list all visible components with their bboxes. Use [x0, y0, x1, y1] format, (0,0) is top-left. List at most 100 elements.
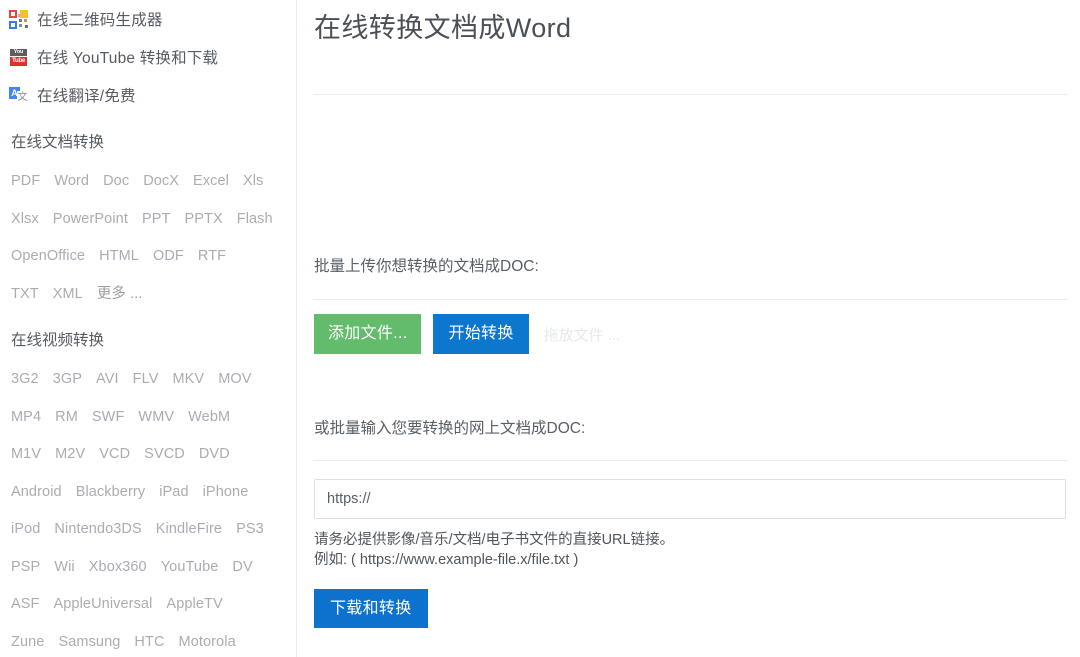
format-link-asf[interactable]: ASF: [11, 596, 40, 612]
url-input[interactable]: [314, 479, 1066, 519]
format-link-mkv[interactable]: MKV: [172, 371, 204, 387]
promo-link-list: 在线二维码生成器 You Tube 在线 YouTube 转换和下载 A 文 在…: [0, 0, 296, 114]
format-link-webm[interactable]: WebM: [188, 409, 230, 425]
format-link-zune[interactable]: Zune: [11, 634, 44, 650]
format-row: Zune Samsung HTC Motorola: [11, 623, 292, 657]
url-hint-line-2: 例如: ( https://www.example-file.x/file.tx…: [314, 552, 579, 568]
format-link-powerpoint[interactable]: PowerPoint: [53, 211, 128, 227]
format-link-avi[interactable]: AVI: [96, 371, 119, 387]
format-link-pdf[interactable]: PDF: [11, 173, 40, 189]
format-link-m1v[interactable]: M1V: [11, 446, 41, 462]
format-row: Android Blackberry iPad iPhone: [11, 473, 292, 511]
format-link-rtf[interactable]: RTF: [198, 248, 226, 264]
sidebar: 在线二维码生成器 You Tube 在线 YouTube 转换和下载 A 文 在…: [0, 0, 297, 657]
format-link-excel[interactable]: Excel: [193, 173, 229, 189]
video-format-list: 3G2 3GP AVI FLV MKV MOV MP4 RM SWF WMV WebM M1V M2V V…: [0, 360, 296, 657]
format-link-openoffice[interactable]: OpenOffice: [11, 248, 85, 264]
format-link-appletv[interactable]: AppleTV: [166, 596, 222, 612]
translate-icon: A 文: [9, 86, 28, 105]
format-row: TXT XML 更多 ...: [11, 275, 292, 313]
format-link-xml[interactable]: XML: [53, 286, 83, 302]
format-link-flash[interactable]: Flash: [237, 211, 273, 227]
format-link-wmv[interactable]: WMV: [138, 409, 174, 425]
format-link-doc[interactable]: Doc: [103, 173, 129, 189]
format-link-blackberry[interactable]: Blackberry: [76, 484, 146, 500]
download-and-convert-button[interactable]: 下载和转换: [314, 589, 428, 628]
sidebar-item-label: 在线翻译/免费: [37, 88, 136, 105]
url-divider: [313, 460, 1068, 461]
youtube-icon-bottom-text: Tube: [10, 56, 27, 66]
sidebar-item-translate[interactable]: A 文 在线翻译/免费: [0, 76, 296, 114]
format-link-3gp[interactable]: 3GP: [53, 371, 82, 387]
format-row: Xlsx PowerPoint PPT PPTX Flash: [11, 200, 292, 238]
format-row: M1V M2V VCD SVCD DVD: [11, 435, 292, 473]
main-content: 在线转换文档成Word 批量上传你想转换的文档成DOC: 添加文件... 开始转…: [297, 0, 1080, 657]
upload-button-row: 添加文件... 开始转换 拖放文件 ...: [313, 314, 1068, 354]
format-link-vcd[interactable]: VCD: [99, 446, 130, 462]
format-link-xbox360[interactable]: Xbox360: [89, 559, 147, 575]
doc-format-list: PDF Word Doc DocX Excel Xls Xlsx PowerPoint PPT P…: [0, 162, 296, 312]
format-link-html[interactable]: HTML: [99, 248, 139, 264]
format-link-flv[interactable]: FLV: [133, 371, 159, 387]
upload-divider: [313, 299, 1068, 300]
format-link-svcd[interactable]: SVCD: [144, 446, 185, 462]
format-link-iphone[interactable]: iPhone: [203, 484, 249, 500]
start-convert-button[interactable]: 开始转换: [433, 314, 529, 354]
format-link-appleuniversal[interactable]: AppleUniversal: [54, 596, 153, 612]
format-link-youtube[interactable]: YouTube: [161, 559, 219, 575]
format-link-samsung[interactable]: Samsung: [58, 634, 120, 650]
format-link-dvd[interactable]: DVD: [199, 446, 230, 462]
format-link-motorola[interactable]: Motorola: [179, 634, 236, 650]
youtube-icon-top-text: You: [10, 48, 27, 56]
youtube-icon: You Tube: [9, 48, 28, 67]
doc-section-heading: 在线文档转换: [11, 134, 105, 151]
translate-icon-glyph: 文: [17, 90, 28, 104]
dropzone-hint[interactable]: 拖放文件 ...: [544, 324, 621, 345]
format-link-word[interactable]: Word: [54, 173, 89, 189]
format-link-mov[interactable]: MOV: [218, 371, 251, 387]
format-link-ipad[interactable]: iPad: [159, 484, 188, 500]
format-link-ipod[interactable]: iPod: [11, 521, 40, 537]
format-link-swf[interactable]: SWF: [92, 409, 125, 425]
format-link-rm[interactable]: RM: [55, 409, 78, 425]
format-row: ASF AppleUniversal AppleTV: [11, 585, 292, 623]
format-link-[interactable]: 更多 ...: [97, 286, 143, 302]
add-files-button[interactable]: 添加文件...: [314, 314, 422, 354]
title-divider: [313, 94, 1068, 95]
sidebar-item-label: 在线 YouTube 转换和下载: [37, 50, 219, 67]
url-section-label: 或批量输入您要转换的网上文档成DOC:: [314, 420, 586, 437]
format-link-pptx[interactable]: PPTX: [184, 211, 222, 227]
format-link-ps3[interactable]: PS3: [236, 521, 264, 537]
format-link-txt[interactable]: TXT: [11, 286, 39, 302]
format-link-xls[interactable]: Xls: [243, 173, 263, 189]
format-row: PSP Wii Xbox360 YouTube DV: [11, 548, 292, 586]
format-link-kindlefire[interactable]: KindleFire: [156, 521, 222, 537]
format-link-psp[interactable]: PSP: [11, 559, 40, 575]
upload-section-label: 批量上传你想转换的文档成DOC:: [314, 258, 539, 275]
url-hint-line-1: 请务必提供影像/音乐/文档/电子书文件的直接URL链接。: [314, 532, 675, 548]
format-link-3g2[interactable]: 3G2: [11, 371, 39, 387]
format-link-mp4[interactable]: MP4: [11, 409, 41, 425]
format-link-dv[interactable]: DV: [232, 559, 252, 575]
format-link-ppt[interactable]: PPT: [142, 211, 171, 227]
format-link-odf[interactable]: ODF: [153, 248, 184, 264]
format-row: iPod Nintendo3DS KindleFire PS3: [11, 510, 292, 548]
format-row: PDF Word Doc DocX Excel Xls: [11, 162, 292, 200]
qr-code-icon: [9, 9, 28, 29]
format-link-wii[interactable]: Wii: [54, 559, 74, 575]
sidebar-item-youtube-converter[interactable]: You Tube 在线 YouTube 转换和下载: [0, 38, 296, 76]
format-row: 3G2 3GP AVI FLV MKV MOV: [11, 360, 292, 398]
format-row: OpenOffice HTML ODF RTF: [11, 237, 292, 275]
page-title: 在线转换文档成Word: [314, 13, 572, 43]
format-link-android[interactable]: Android: [11, 484, 62, 500]
format-link-htc[interactable]: HTC: [134, 634, 164, 650]
sidebar-item-label: 在线二维码生成器: [37, 12, 163, 29]
format-link-nintendo3ds[interactable]: Nintendo3DS: [54, 521, 141, 537]
page-root: 在线二维码生成器 You Tube 在线 YouTube 转换和下载 A 文 在…: [0, 0, 1080, 657]
format-link-docx[interactable]: DocX: [143, 173, 179, 189]
format-row: MP4 RM SWF WMV WebM: [11, 398, 292, 436]
format-link-xlsx[interactable]: Xlsx: [11, 211, 39, 227]
video-section-heading: 在线视频转换: [11, 332, 105, 349]
sidebar-item-qr-generator[interactable]: 在线二维码生成器: [0, 0, 296, 38]
format-link-m2v[interactable]: M2V: [55, 446, 85, 462]
